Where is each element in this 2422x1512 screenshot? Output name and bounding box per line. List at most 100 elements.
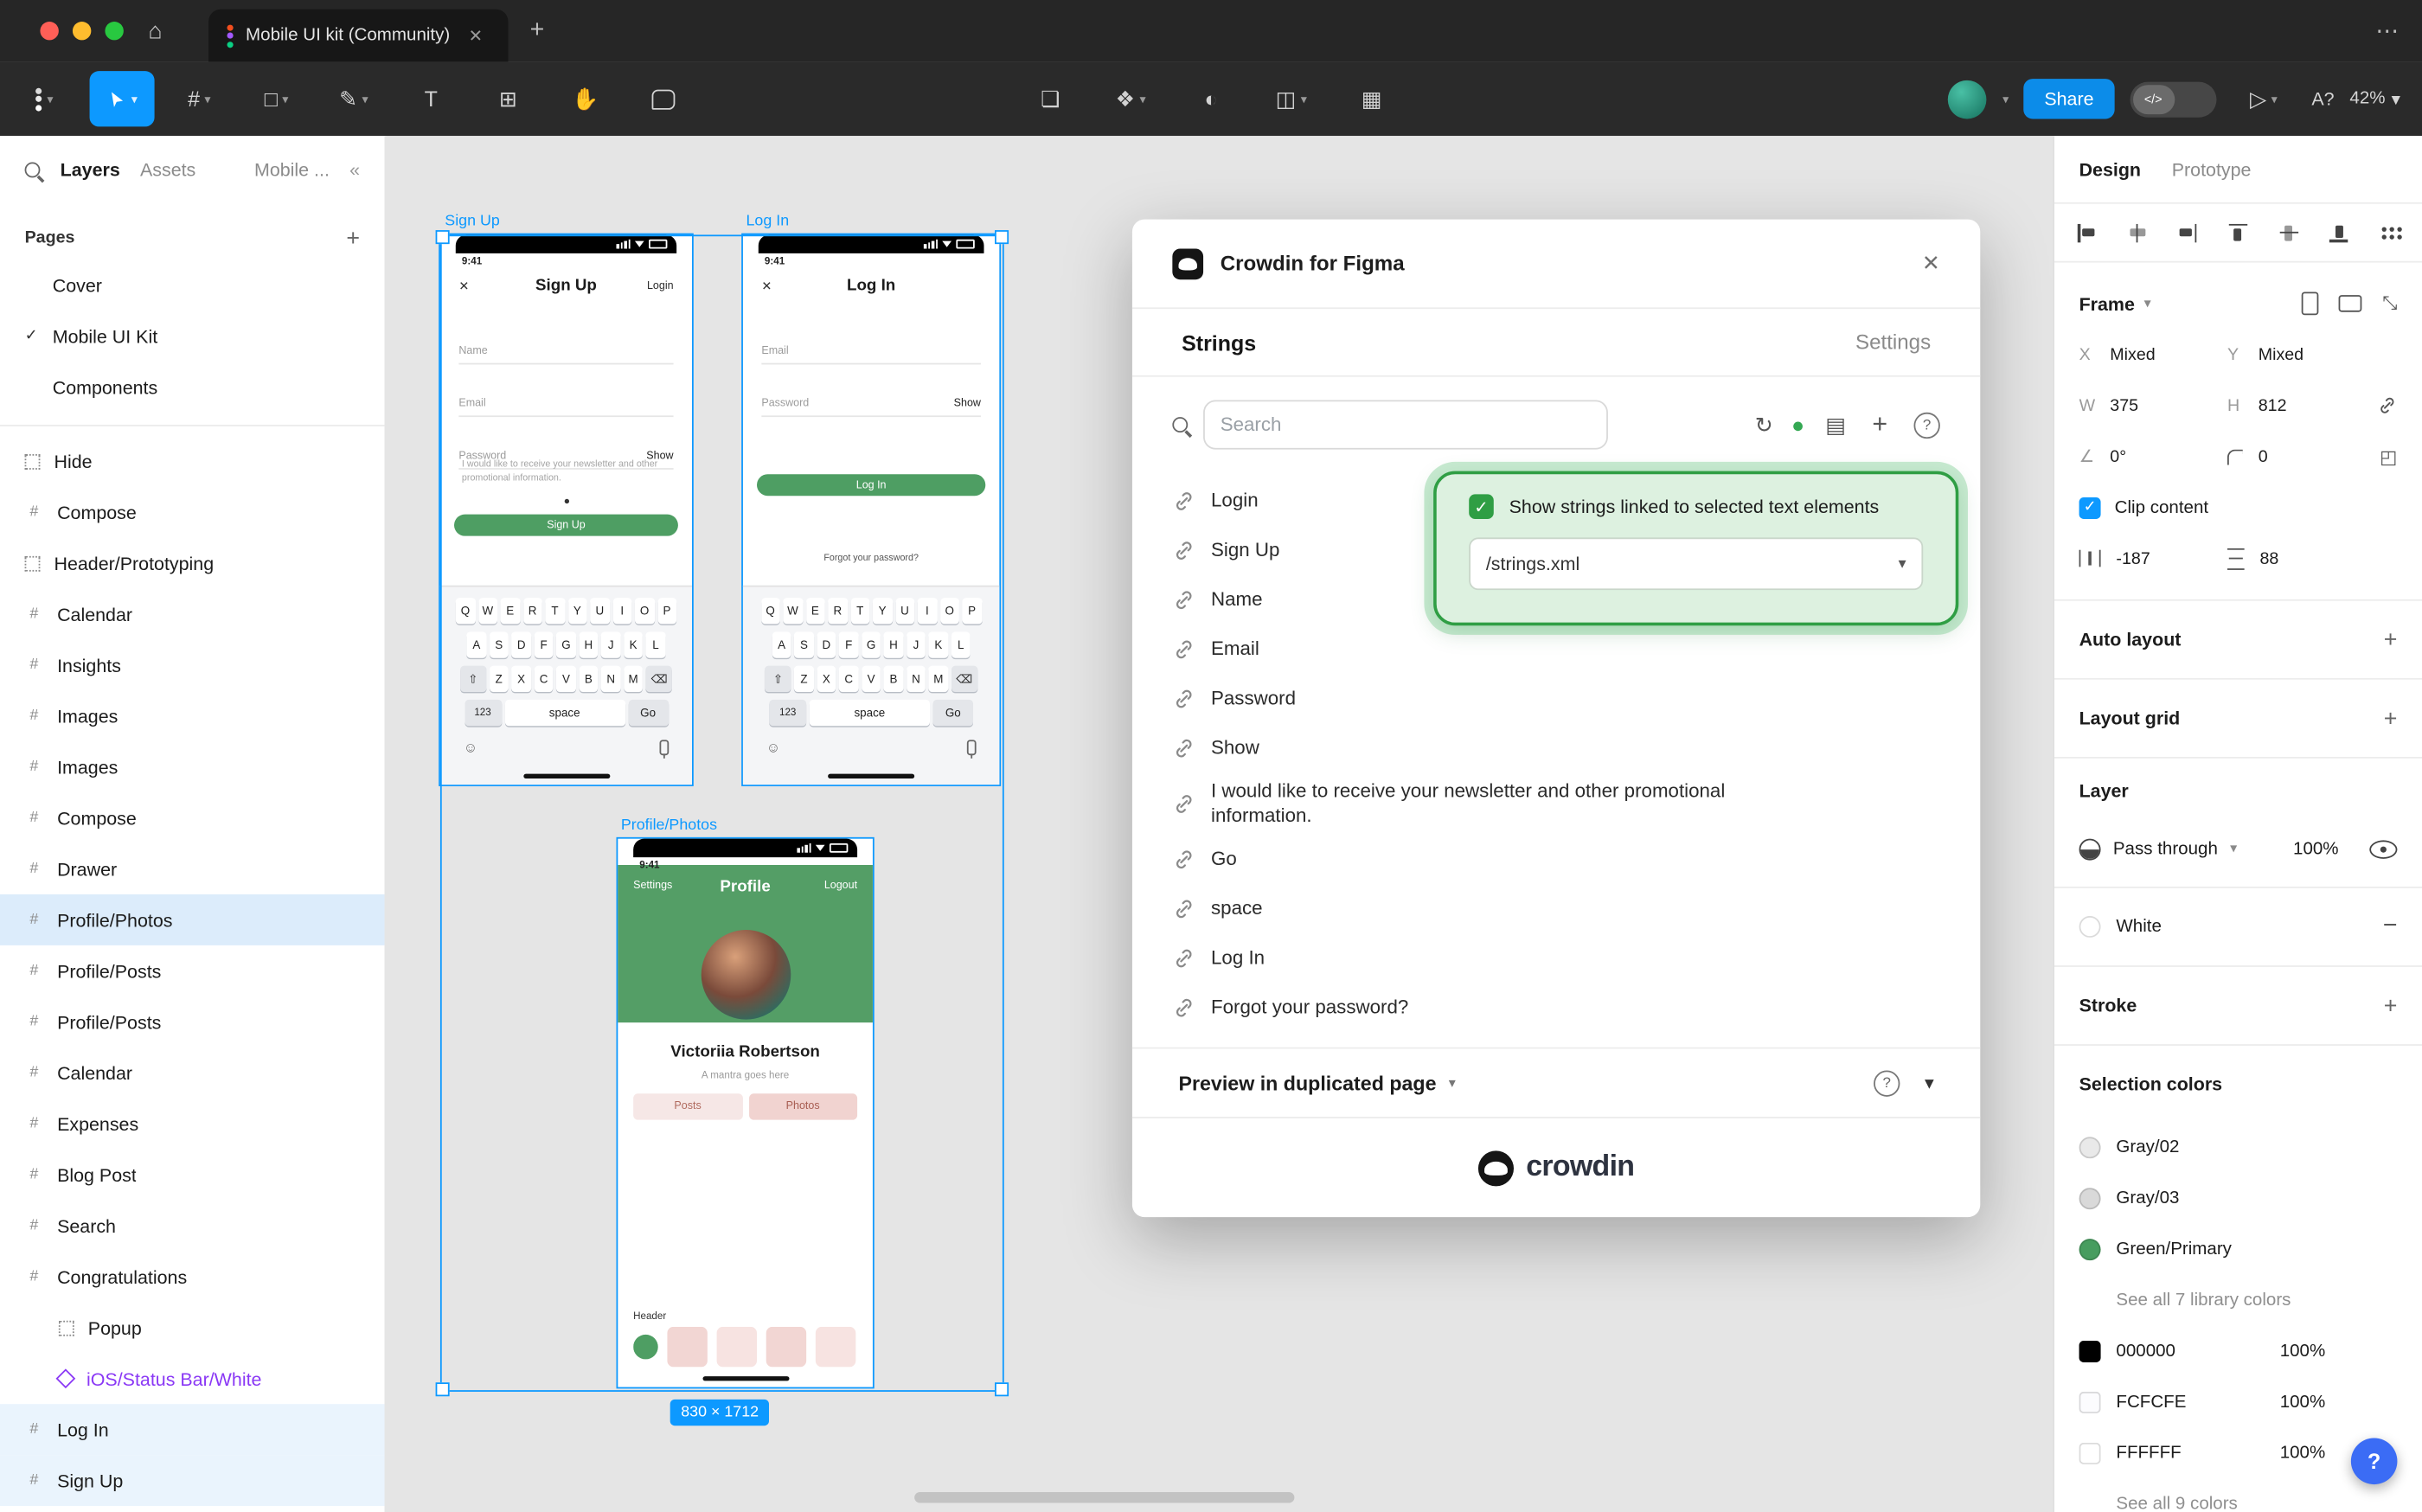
resources-tool-button[interactable]: ⊞ [476,71,541,126]
align-left-icon[interactable] [2076,221,2098,243]
layer-row[interactable]: Header/Prototyping [0,537,385,588]
remove-fill-button[interactable]: − [2383,913,2398,940]
login-frame[interactable]: 9:41 Log In ✕ Email Password Show [743,234,999,785]
collapse-sidebar-icon[interactable]: « [349,159,360,181]
x-field[interactable]: X Mixed [2079,345,2227,363]
selection-handle[interactable] [995,1382,1009,1396]
visibility-eye-icon[interactable] [2369,840,2397,858]
page-row[interactable]: Cover [0,259,385,311]
color-row[interactable]: FCFCFE 100% [2079,1376,2398,1427]
help-icon[interactable]: ? [1874,1070,1900,1096]
page-row[interactable]: Mobile UI Kit [0,311,385,362]
pages-icon[interactable]: ▤ [1825,412,1846,438]
height-field[interactable]: H 812 [2227,396,2375,414]
add-page-button[interactable]: + [346,225,360,251]
align-vertical-center-icon[interactable] [2278,221,2299,243]
zoom-control[interactable]: 42% ▾ [2349,88,2400,110]
tab-prototype[interactable]: Prototype [2172,158,2252,180]
layer-row[interactable]: Sign Up [0,1455,385,1506]
string-row[interactable]: I would like to receive your newsletter … [1172,772,1940,834]
help-button[interactable]: ? [2351,1438,2398,1484]
strings-file-select[interactable]: /strings.xml ▾ [1469,537,1923,590]
home-icon[interactable]: ⌂ [148,18,162,44]
close-tab-icon[interactable]: ✕ [469,25,483,45]
page-row[interactable]: Components [0,362,385,413]
color-row[interactable]: See all 7 library colors [2079,1274,2398,1325]
edit-object-button[interactable]: ❏ [1018,71,1083,126]
checkbox-checked[interactable]: ✓ [1469,494,1494,519]
dev-mode-toggle[interactable]: </> [2130,81,2216,117]
profile-frame[interactable]: Profile Settings Logout 9:41 Victoriia R… [618,839,873,1387]
opacity-value[interactable]: 100% [2293,840,2339,858]
shortcuts-badge[interactable]: A? [2311,88,2334,110]
close-dialog-icon[interactable]: ✕ [1922,250,1940,276]
fill-style-name[interactable]: White [2116,918,2162,936]
minimize-window-button[interactable] [73,22,91,40]
string-row[interactable]: Show [1172,723,1940,772]
share-button[interactable]: Share [2024,79,2114,119]
refresh-icon[interactable]: ↻ [1755,412,1773,438]
color-row[interactable]: Gray/02 [2079,1121,2398,1172]
layer-row[interactable]: Insights [0,639,385,690]
tab-page-name[interactable]: Mobile ... [254,159,330,181]
user-avatar[interactable] [1949,80,1988,119]
clip-content-row[interactable]: ✓ Clip content [2079,482,2398,533]
layout-grid-toggle-button[interactable]: ▦ [1339,71,1404,126]
shape-tool-button[interactable]: □ ▾ [244,71,309,126]
vertical-offset-field[interactable]: 88 [2227,548,2375,569]
comment-tool-button[interactable] [631,71,695,126]
layer-row[interactable]: Calendar [0,588,385,639]
tab-strings[interactable]: Strings [1182,330,1256,355]
layer-row[interactable]: Drawer [0,843,385,894]
tidy-up-icon[interactable] [2379,221,2400,243]
maximize-window-button[interactable] [105,22,123,40]
close-window-button[interactable] [40,22,58,40]
search-input[interactable] [1203,400,1608,449]
pen-tool-button[interactable]: ✎ ▾ [321,71,386,126]
add-stroke-button[interactable]: + [2384,992,2398,1018]
color-row[interactable]: See all 9 colors [2079,1478,2398,1512]
layer-row[interactable]: Calendar [0,1048,385,1099]
constrain-proportions[interactable] [2377,395,2397,415]
add-layout-grid-button[interactable]: + [2384,705,2398,731]
landscape-icon[interactable] [2339,295,2362,312]
string-row[interactable]: space [1172,883,1940,932]
layer-row[interactable]: Compose [0,792,385,843]
file-tab[interactable]: Mobile UI kit (Community) ✕ [208,10,508,62]
checkbox-checked[interactable]: ✓ [2079,497,2101,518]
tab-design[interactable]: Design [2079,158,2141,180]
blend-mode-icon[interactable] [2079,838,2101,860]
align-top-icon[interactable] [2227,221,2249,243]
layer-row[interactable]: Hide [0,436,385,487]
layer-row[interactable]: Profile/Posts [0,996,385,1048]
preview-label[interactable]: Preview in duplicated page [1178,1071,1436,1094]
rotation-field[interactable]: ∠ 0° [2079,446,2227,466]
blend-mode-value[interactable]: Pass through [2113,840,2218,858]
use-as-mask-button[interactable]: ◐ [1178,71,1243,126]
tab-assets[interactable]: Assets [140,159,195,181]
layer-row[interactable]: Search [0,1200,385,1251]
frame-label[interactable]: Frame [2079,292,2135,314]
tab-layers[interactable]: Layers [61,159,120,181]
color-row[interactable]: FFFFFF 100% [2079,1427,2398,1478]
frame-label-profile[interactable]: Profile/Photos [621,817,717,835]
corner-radius-field[interactable]: 0 [2227,447,2375,465]
add-string-button[interactable]: + [1872,409,1887,440]
layer-row[interactable]: Popup [0,1302,385,1353]
present-button[interactable]: ▷ ▾ [2231,71,2296,126]
string-row[interactable]: Forgot your password? [1172,983,1940,1032]
selection-handle[interactable] [436,1382,450,1396]
frame-label-login[interactable]: Log In [746,213,789,230]
chevron-down-icon[interactable]: ▾ [2002,92,2009,106]
layer-row[interactable]: Log In [0,1404,385,1455]
resize-to-fit-icon[interactable]: ⤡ [2382,292,2397,315]
layer-row[interactable]: iOS/Status Bar/White [0,1353,385,1404]
move-tool-button[interactable]: ▾ [90,71,155,126]
width-field[interactable]: W 375 [2079,396,2227,414]
horizontal-offset-field[interactable]: -187 [2079,549,2227,567]
boolean-groups-button[interactable]: ◫ ▾ [1259,71,1323,126]
align-bottom-icon[interactable] [2329,221,2350,243]
search-icon[interactable] [25,162,41,177]
signup-frame[interactable]: 9:41 Sign Up ✕ Login Name Email [440,234,692,785]
layer-row[interactable]: Profile/Photos [0,894,385,945]
